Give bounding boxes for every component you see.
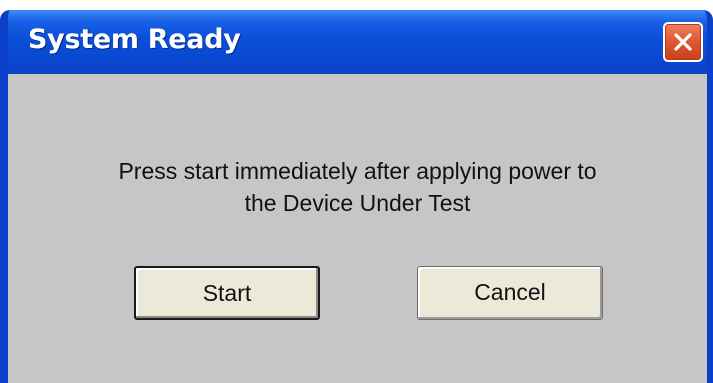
window-title: System Ready [28,24,241,55]
close-button[interactable] [663,22,703,62]
cancel-button[interactable]: Cancel [417,266,603,320]
dialog-window: System Ready Press start immediately aft… [0,10,713,383]
message-line-1: Press start immediately after applying p… [118,158,597,184]
dialog-body: Press start immediately after applying p… [8,74,707,383]
title-bar[interactable]: System Ready [8,10,707,74]
start-button[interactable]: Start [134,266,320,320]
dialog-message: Press start immediately after applying p… [8,155,707,219]
message-line-2: the Device Under Test [244,190,471,216]
close-x-icon [674,33,692,51]
